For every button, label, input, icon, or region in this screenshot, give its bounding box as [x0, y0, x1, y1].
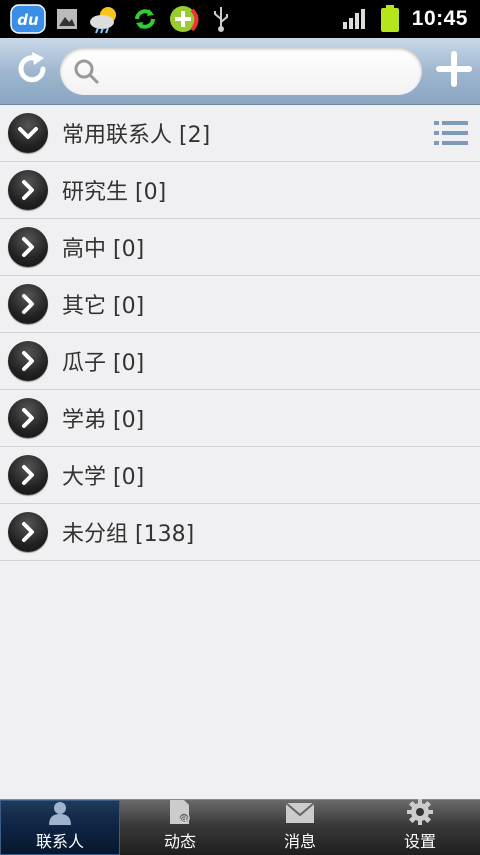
search-icon: [72, 57, 100, 85]
tab-settings[interactable]: 设置: [360, 798, 480, 855]
image-icon: [56, 8, 78, 30]
refresh-button[interactable]: [8, 47, 56, 95]
top-toolbar: [0, 38, 480, 105]
group-row[interactable]: 未分组 [138]: [0, 504, 480, 561]
envelope-icon: [285, 800, 315, 826]
chevron-right-icon[interactable]: [8, 398, 48, 438]
search-input[interactable]: [108, 50, 412, 92]
group-label: 其它 [0]: [62, 294, 145, 319]
tab-label: 消息: [283, 832, 316, 851]
usb-icon: [212, 5, 230, 33]
weather-icon: [88, 4, 122, 34]
group-row[interactable]: 研究生 [0]: [0, 162, 480, 219]
sync-icon: [132, 6, 158, 32]
contact-group-list: 常用联系人 [2] 研究生 [0] 高中 [0] 其它 [0] 瓜子 [0] 学…: [0, 105, 480, 561]
group-row[interactable]: 常用联系人 [2]: [0, 105, 480, 162]
group-label: 高中 [0]: [62, 237, 145, 262]
call-app-icon: [168, 4, 202, 34]
tab-label: 动态: [163, 832, 196, 851]
battery-icon: [380, 5, 400, 33]
tab-label: 联系人: [35, 832, 84, 851]
signal-icon: [342, 8, 368, 30]
refresh-icon: [13, 50, 51, 92]
group-label: 瓜子 [0]: [62, 351, 145, 376]
chevron-right-icon[interactable]: [8, 170, 48, 210]
svg-text:du: du: [17, 11, 39, 29]
tab-contacts[interactable]: 联系人: [0, 800, 120, 855]
chevron-down-icon[interactable]: [8, 113, 48, 153]
group-row[interactable]: 大学 [0]: [0, 447, 480, 504]
group-label: 大学 [0]: [62, 465, 145, 490]
person-icon: [47, 800, 73, 826]
tab-messages[interactable]: 消息: [240, 800, 360, 855]
chevron-right-icon[interactable]: [8, 512, 48, 552]
gear-icon: [406, 798, 434, 826]
tab-feed[interactable]: @ 动态: [120, 800, 240, 855]
group-label: 学弟 [0]: [62, 408, 145, 433]
group-label: 常用联系人 [2]: [62, 123, 211, 148]
group-row[interactable]: 学弟 [0]: [0, 390, 480, 447]
group-row[interactable]: 高中 [0]: [0, 219, 480, 276]
list-menu-icon[interactable]: [434, 119, 468, 151]
status-time: 10:45: [411, 7, 468, 30]
group-row[interactable]: 瓜子 [0]: [0, 333, 480, 390]
search-field[interactable]: [60, 47, 422, 95]
tab-label: 设置: [403, 832, 436, 851]
group-row[interactable]: 其它 [0]: [0, 276, 480, 333]
svg-text:@: @: [180, 814, 188, 823]
group-label: 未分组 [138]: [62, 522, 195, 547]
chevron-right-icon[interactable]: [8, 341, 48, 381]
add-contact-button[interactable]: [430, 47, 478, 95]
du-app-icon: du: [10, 4, 46, 34]
status-bar: du 10:45: [0, 0, 480, 38]
plus-icon: [436, 51, 472, 91]
chevron-right-icon[interactable]: [8, 455, 48, 495]
bottom-tab-bar: 联系人 @ 动态 消息 设置: [0, 799, 480, 855]
chevron-right-icon[interactable]: [8, 227, 48, 267]
group-label: 研究生 [0]: [62, 180, 167, 205]
feed-icon: @: [167, 798, 193, 826]
chevron-right-icon[interactable]: [8, 284, 48, 324]
